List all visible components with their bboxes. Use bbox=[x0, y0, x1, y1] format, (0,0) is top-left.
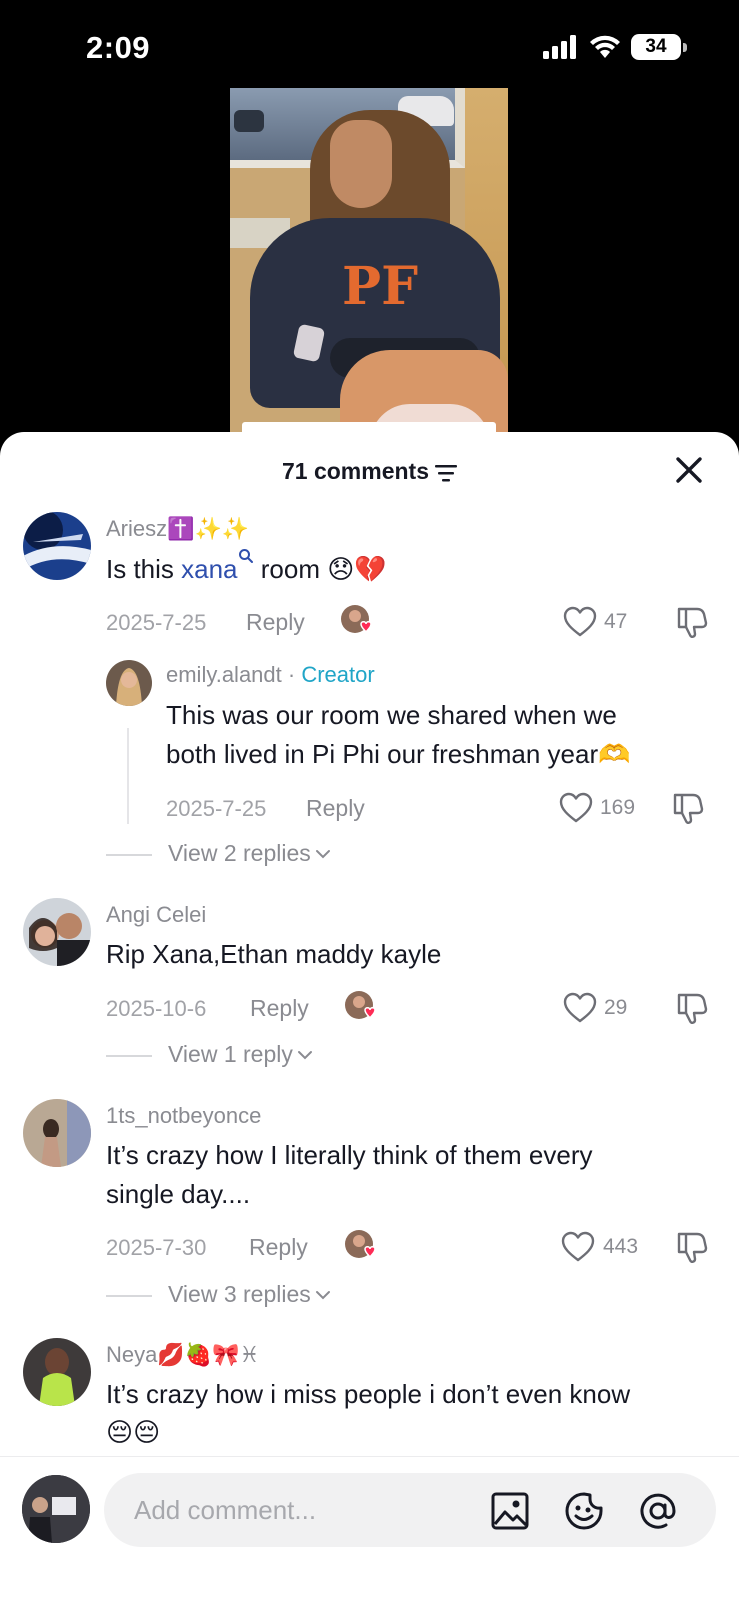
heart-icon[interactable] bbox=[560, 1229, 596, 1265]
comment-input-pill bbox=[104, 1473, 716, 1547]
comments-header: 71 comments bbox=[0, 432, 739, 510]
comments-count-button[interactable]: 71 comments bbox=[0, 458, 739, 485]
my-avatar[interactable] bbox=[22, 1475, 90, 1543]
like-count: 29 bbox=[604, 996, 628, 1019]
comments-sheet: 71 comments Ariesz✝️✨✨ Is this xana room… bbox=[0, 432, 739, 1600]
reply-meta: 2025-7-25 Reply 169 bbox=[0, 790, 739, 826]
comment-username[interactable]: Angi Celei bbox=[106, 902, 206, 928]
comment-meta: 2025-7-25 Reply 47 bbox=[0, 604, 739, 640]
reply-username[interactable]: emily.alandt bbox=[166, 662, 282, 687]
reply-button[interactable]: Reply bbox=[246, 609, 305, 636]
comment-text-line-2: single day.... bbox=[106, 1179, 251, 1209]
battery-icon: 34 bbox=[631, 34, 681, 60]
creator-liked-icon bbox=[341, 605, 372, 633]
heart-icon[interactable] bbox=[562, 990, 598, 1026]
dislike-icon[interactable] bbox=[670, 790, 708, 826]
reply-text-line-2: both lived in Pi Phi our freshman year🫶 bbox=[166, 739, 631, 769]
like-count: 47 bbox=[604, 610, 628, 633]
reply-button[interactable]: Reply bbox=[250, 995, 309, 1022]
comment-text-line-1: It’s crazy how I literally think of them… bbox=[106, 1140, 593, 1170]
comment-text-line-2: 😔😔 bbox=[106, 1417, 161, 1447]
reply-button[interactable]: Reply bbox=[306, 795, 365, 822]
comment-username[interactable]: 1ts_notbeyonce bbox=[106, 1103, 261, 1129]
reply-button[interactable]: Reply bbox=[249, 1234, 308, 1261]
comments-count: 71 comments bbox=[281, 458, 429, 484]
creator-avatar[interactable] bbox=[106, 660, 152, 706]
status-time: 2:09 bbox=[86, 30, 151, 65]
comment-meta: 2025-7-30 Reply 443 bbox=[0, 1229, 739, 1265]
comment-username[interactable]: Neya💋🍓🎀♓ bbox=[106, 1342, 259, 1368]
status-bar: 2:09 34 bbox=[0, 0, 739, 88]
chevron-down-icon bbox=[297, 1051, 312, 1060]
reply-text-line-1: This was our room we shared when we bbox=[166, 700, 617, 730]
comment-meta: 2025-10-6 Reply 29 bbox=[0, 990, 739, 1026]
avatar[interactable] bbox=[23, 512, 91, 580]
search-icon[interactable] bbox=[238, 548, 254, 566]
view-replies-button[interactable]: View 3 replies bbox=[106, 1278, 506, 1312]
comment-date: 2025-7-25 bbox=[106, 610, 207, 635]
view-replies-button[interactable]: View 2 replies bbox=[106, 837, 506, 871]
creator-liked-icon bbox=[345, 1230, 376, 1258]
comment-text-line-1: It’s crazy how i miss people i don’t eve… bbox=[106, 1379, 631, 1409]
filter-icon[interactable] bbox=[435, 464, 457, 482]
dislike-icon[interactable] bbox=[674, 1229, 712, 1265]
creator-liked-icon bbox=[345, 991, 376, 1019]
comment-username[interactable]: Ariesz✝️✨✨ bbox=[106, 516, 249, 542]
at-icon[interactable] bbox=[638, 1491, 678, 1531]
avatar[interactable] bbox=[23, 898, 91, 966]
heart-icon[interactable] bbox=[558, 790, 594, 826]
battery-nub bbox=[683, 42, 687, 52]
avatar[interactable] bbox=[23, 1338, 91, 1406]
image-icon[interactable] bbox=[490, 1491, 530, 1531]
avatar[interactable] bbox=[23, 1099, 91, 1167]
dislike-icon[interactable] bbox=[674, 990, 712, 1026]
close-icon[interactable] bbox=[671, 452, 707, 488]
reply-date: 2025-7-25 bbox=[166, 796, 267, 821]
video-preview[interactable]: PF bbox=[230, 88, 508, 433]
sweatshirt-logo: PF bbox=[342, 256, 419, 317]
cellular-signal-icon bbox=[543, 35, 576, 59]
mention-link[interactable]: xana bbox=[181, 554, 237, 584]
creator-badge: Creator bbox=[301, 662, 375, 687]
like-count: 169 bbox=[600, 796, 636, 819]
comment-composer bbox=[0, 1456, 739, 1600]
comment-text: Is this xana room 😞💔 bbox=[106, 548, 387, 589]
like-count: 443 bbox=[603, 1235, 639, 1258]
reply-username-row: emily.alandt · Creator bbox=[166, 662, 375, 687]
wifi-icon bbox=[590, 35, 620, 58]
chevron-down-icon bbox=[315, 1291, 330, 1300]
heart-icon[interactable] bbox=[562, 604, 598, 640]
comment-date: 2025-7-30 bbox=[106, 1235, 207, 1260]
status-icons: 34 bbox=[543, 34, 687, 60]
chevron-down-icon bbox=[315, 850, 330, 859]
emoji-icon[interactable] bbox=[564, 1491, 604, 1531]
dislike-icon[interactable] bbox=[674, 604, 712, 640]
comment-date: 2025-10-6 bbox=[106, 996, 207, 1021]
view-replies-button[interactable]: View 1 reply bbox=[106, 1038, 506, 1072]
add-comment-input[interactable] bbox=[134, 1491, 464, 1529]
comment-text: Rip Xana,Ethan maddy kayle bbox=[106, 939, 442, 969]
